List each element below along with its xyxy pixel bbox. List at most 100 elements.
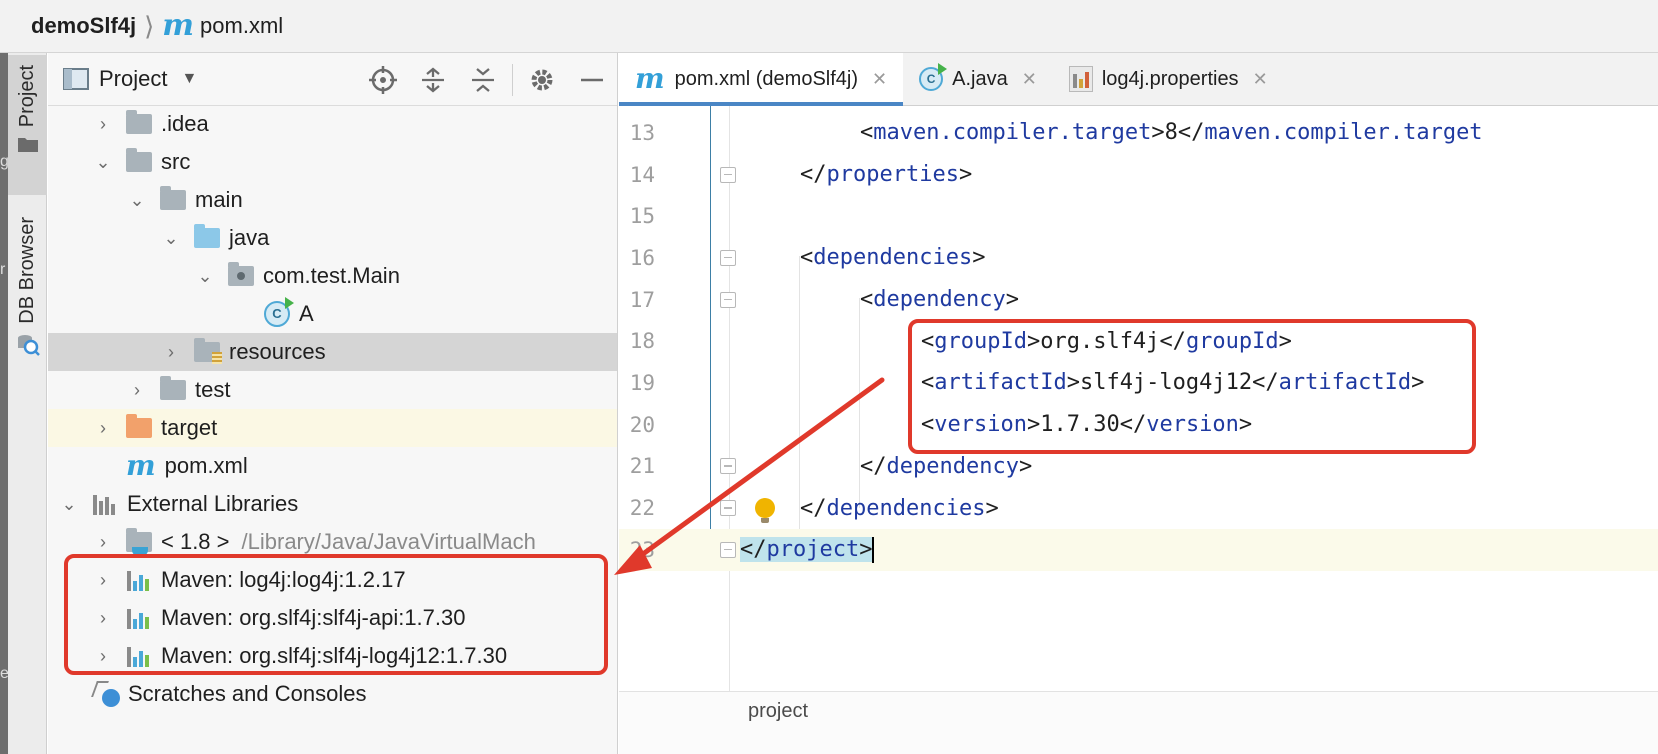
breadcrumb-file[interactable]: pom.xml [200, 13, 283, 39]
tree-item-label: .idea [161, 111, 209, 136]
maven-file-icon: m [126, 449, 156, 482]
java-class-icon: C [264, 297, 294, 327]
project-panel-toolbar: Project ▼ [48, 53, 617, 106]
tool-tab-project-label: Project [16, 65, 38, 128]
tree-item-resources[interactable]: › resources [48, 333, 617, 371]
tab-pom-xml[interactable]: m pom.xml (demoSlf4j) ✕ [619, 53, 904, 106]
tree-item-idea[interactable]: › .idea [48, 105, 617, 143]
project-view-title[interactable]: Project [99, 66, 167, 92]
tree-item-label: resources [229, 339, 326, 364]
line-number: 20 [629, 412, 655, 437]
maven-file-icon: m [162, 8, 195, 43]
code-line: 22 </dependencies> [619, 487, 1658, 529]
tree-item-label: main [195, 187, 243, 212]
expand-all-icon[interactable] [408, 53, 458, 106]
text-cursor [872, 536, 875, 563]
tree-item-external-libraries[interactable]: ⌄ External Libraries [48, 485, 617, 523]
folder-icon [17, 138, 38, 153]
chevron-down-icon[interactable]: ▼ [181, 70, 197, 88]
code-text: <maven.compiler.target>8</maven.compiler… [860, 120, 1483, 146]
chevron-right-icon[interactable]: › [92, 418, 114, 439]
package-icon [228, 262, 254, 286]
close-icon[interactable]: ✕ [872, 69, 887, 90]
tool-tab-db-browser[interactable]: DB Browser [8, 213, 47, 373]
locate-icon[interactable] [358, 53, 408, 106]
code-text: <dependencies> [800, 245, 986, 271]
fold-marker-icon[interactable] [720, 458, 736, 475]
tree-item-test[interactable]: › test [48, 371, 617, 409]
breadcrumb-project[interactable]: demoSlf4j [31, 13, 136, 39]
chevron-right-icon[interactable]: › [92, 532, 114, 553]
editor-breadcrumb-item[interactable]: project [748, 700, 808, 723]
chevron-right-icon[interactable]: › [92, 114, 114, 135]
properties-file-icon [1068, 66, 1093, 92]
line-number: 18 [629, 329, 655, 354]
line-number: 22 [629, 496, 655, 521]
tree-item-java[interactable]: ⌄ java [48, 219, 617, 257]
code-line: 15 [619, 195, 1658, 237]
line-number: 16 [629, 245, 655, 270]
folder-icon [160, 186, 186, 210]
gear-icon[interactable] [517, 53, 567, 106]
code-line: 13 <maven.compiler.target>8</maven.compi… [619, 112, 1658, 154]
maven-file-icon: m [635, 62, 665, 95]
fold-marker-icon[interactable] [720, 291, 736, 308]
fold-marker-icon[interactable] [720, 541, 736, 558]
chevron-right-icon[interactable]: › [126, 380, 148, 401]
close-icon[interactable]: ✕ [1022, 69, 1037, 90]
minimize-icon[interactable] [567, 53, 617, 106]
folder-icon [126, 148, 152, 172]
line-number: 23 [629, 537, 655, 562]
tree-item-pom[interactable]: m pom.xml [48, 447, 617, 485]
tree-item-label: com.test.Main [263, 263, 400, 288]
annotation-box-libraries [64, 554, 608, 675]
tool-window-strip: g r e Project DB Browser [0, 53, 47, 754]
tree-item-label: target [161, 415, 218, 440]
tab-a-java[interactable]: C A.java ✕ [903, 53, 1053, 105]
chevron-down-icon[interactable]: ⌄ [194, 266, 216, 287]
editor-tab-bar: m pom.xml (demoSlf4j) ✕ C A.java ✕ log4j… [619, 53, 1658, 106]
line-number: 13 [629, 120, 655, 145]
edge-letter: r [0, 261, 6, 278]
tab-log4j-properties[interactable]: log4j.properties ✕ [1053, 53, 1284, 105]
tree-item-main[interactable]: ⌄ main [48, 181, 617, 219]
close-icon[interactable]: ✕ [1253, 69, 1268, 90]
tree-item-label: < 1.8 > [161, 529, 230, 554]
tree-item-label: Scratches and Consoles [128, 681, 367, 706]
library-icon [92, 493, 118, 515]
excluded-folder-icon [126, 414, 152, 438]
line-number: 14 [629, 162, 655, 187]
chevron-down-icon[interactable]: ⌄ [92, 152, 114, 173]
tree-item-target[interactable]: › target [48, 409, 617, 447]
chevron-down-icon[interactable]: ⌄ [160, 228, 182, 249]
fold-marker-icon[interactable] [720, 166, 736, 183]
navigation-breadcrumb: demoSlf4j ⟩ m pom.xml [0, 0, 1658, 53]
annotation-box-dependency [908, 319, 1476, 454]
tree-item-label: test [195, 377, 231, 402]
code-text: <dependency> [860, 287, 1019, 313]
jdk-icon [126, 528, 152, 556]
tool-tab-project[interactable]: Project [8, 55, 47, 195]
fold-marker-icon[interactable] [720, 249, 736, 266]
collapse-all-icon[interactable] [458, 53, 508, 106]
tab-label: A.java [952, 67, 1008, 90]
code-line-current: 23 </project> [619, 528, 1658, 571]
tab-label: pom.xml (demoSlf4j) [674, 67, 859, 90]
edge-letter: e [0, 665, 9, 682]
lightbulb-icon[interactable] [755, 498, 775, 524]
folder-icon [126, 110, 152, 134]
breadcrumb-separator: ⟩ [144, 10, 155, 41]
tool-tab-db-label: DB Browser [16, 217, 38, 324]
tree-item-class-a[interactable]: C A [48, 295, 617, 333]
chevron-down-icon[interactable]: ⌄ [126, 190, 148, 211]
line-number: 15 [629, 204, 655, 229]
resources-folder-icon [194, 338, 222, 364]
tree-item-src[interactable]: ⌄ src [48, 143, 617, 181]
tree-item-package[interactable]: ⌄ com.test.Main [48, 257, 617, 295]
tree-item-scratches[interactable]: Scratches and Consoles [48, 675, 617, 713]
chevron-down-icon[interactable]: ⌄ [58, 494, 80, 515]
fold-marker-icon[interactable] [720, 500, 736, 517]
window-edge: g r e [0, 53, 9, 754]
chevron-right-icon[interactable]: › [160, 342, 182, 363]
tree-item-label: A [299, 301, 314, 326]
